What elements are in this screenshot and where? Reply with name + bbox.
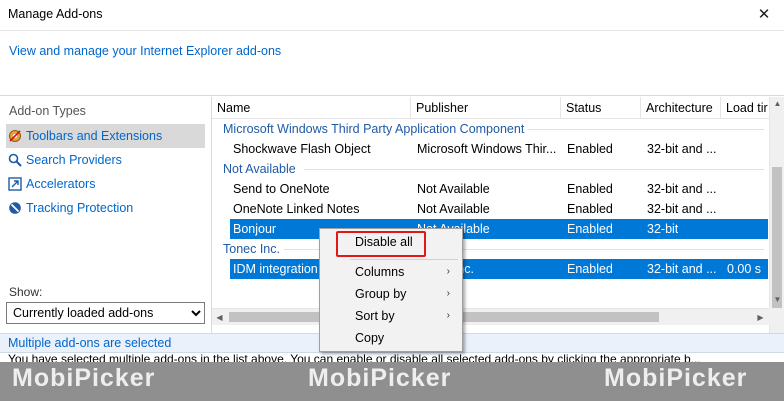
- watermark-logo: MobiPicker: [308, 364, 452, 392]
- scroll-left-icon[interactable]: ◀: [212, 309, 227, 326]
- cell-status: Enabled: [567, 202, 613, 216]
- menu-item-label: Sort by: [355, 309, 395, 323]
- submenu-arrow-icon: ›: [446, 310, 450, 321]
- table-row[interactable]: Send to OneNote Not Available Enabled 32…: [212, 179, 768, 199]
- watermark-logo: MobiPicker: [12, 364, 156, 392]
- sidebar-item-search-providers[interactable]: Search Providers: [6, 148, 205, 172]
- scroll-up-icon[interactable]: ▲: [770, 97, 784, 111]
- cell-architecture: 32-bit and ...: [647, 262, 717, 276]
- sort-ascending-icon: ^: [482, 97, 487, 103]
- cell-status: Enabled: [567, 222, 613, 236]
- menu-separator: [350, 259, 458, 260]
- header-panel: View and manage your Internet Explorer a…: [0, 30, 784, 96]
- sidebar-item-accelerators[interactable]: Accelerators: [6, 172, 205, 196]
- annotation-highlight-box: [336, 231, 426, 257]
- window-title: Manage Add-ons: [8, 7, 103, 21]
- cell-name: Shockwave Flash Object: [233, 142, 371, 156]
- table-row-selected[interactable]: Bonjour Not Available Enabled 32-bit: [230, 219, 768, 239]
- cell-architecture: 32-bit and ...: [647, 202, 717, 216]
- menu-item-copy[interactable]: Copy: [320, 327, 462, 349]
- cell-publisher: Not Available: [417, 182, 490, 196]
- table-row[interactable]: OneNote Linked Notes Not Available Enabl…: [212, 199, 768, 219]
- cell-load-time: 0.00 s: [727, 262, 762, 276]
- cell-status: Enabled: [567, 182, 613, 196]
- sidebar-item-tracking-protection[interactable]: Tracking Protection: [6, 196, 205, 220]
- show-filter-select[interactable]: Currently loaded add-ons: [6, 302, 205, 324]
- manage-addons-link[interactable]: View and manage your Internet Explorer a…: [9, 44, 281, 58]
- table-row-selected[interactable]: IDM integration Tonec Inc. Enabled 32-bi…: [230, 259, 768, 279]
- column-header-architecture[interactable]: Architecture: [641, 97, 721, 119]
- cell-name: IDM integration: [233, 262, 318, 276]
- cell-publisher: Microsoft Windows Thir...: [417, 142, 557, 156]
- cell-architecture: 32-bit and ...: [647, 142, 717, 156]
- cell-architecture: 32-bit: [647, 222, 679, 236]
- group-name: Not Available: [223, 162, 296, 176]
- addon-types-label: Add-on Types: [9, 104, 86, 118]
- group-header: Not Available: [212, 159, 768, 179]
- addon-types-panel: Add-on Types Toolbars and Extensions Sea…: [0, 97, 210, 333]
- group-header: Microsoft Windows Third Party Applicatio…: [212, 119, 768, 139]
- group-divider: [304, 169, 764, 170]
- title-bar: Manage Add-ons ✕: [0, 0, 784, 30]
- group-header: Tonec Inc.: [212, 239, 768, 259]
- tracking-protection-icon: [9, 202, 21, 214]
- horizontal-scrollbar[interactable]: ◀ ▶: [212, 308, 769, 325]
- watermark-logo: MobiPicker: [604, 364, 748, 392]
- scroll-down-icon[interactable]: ▼: [770, 293, 784, 307]
- column-header-status[interactable]: Status: [561, 97, 641, 119]
- column-header-name[interactable]: Name: [212, 97, 411, 119]
- sidebar-item-label: Search Providers: [26, 153, 122, 167]
- column-headers: Name Publisher Status Architecture Load …: [212, 97, 784, 119]
- cell-name: Send to OneNote: [233, 182, 330, 196]
- group-name: Tonec Inc.: [223, 242, 280, 256]
- details-title: Multiple add-ons are selected: [8, 336, 172, 350]
- submenu-arrow-icon: ›: [446, 266, 450, 277]
- cell-name: Bonjour: [233, 222, 277, 236]
- sidebar-item-label: Toolbars and Extensions: [26, 129, 163, 143]
- menu-item-columns[interactable]: Columns ›: [320, 261, 462, 283]
- menu-item-sort-by[interactable]: Sort by ›: [320, 305, 462, 327]
- cell-publisher: Not Available: [417, 202, 490, 216]
- sidebar-item-label: Tracking Protection: [26, 201, 134, 215]
- group-divider: [528, 129, 764, 130]
- cell-name: OneNote Linked Notes: [233, 202, 360, 216]
- sidebar-item-label: Accelerators: [26, 177, 96, 191]
- vertical-scrollbar[interactable]: ▲ ▼: [769, 97, 784, 333]
- sidebar-item-toolbars-extensions[interactable]: Toolbars and Extensions: [6, 124, 205, 148]
- table-row[interactable]: Shockwave Flash Object Microsoft Windows…: [212, 139, 768, 159]
- cell-status: Enabled: [567, 262, 613, 276]
- accelerators-icon: [8, 177, 22, 191]
- addon-types-list: Toolbars and Extensions Search Providers…: [6, 124, 205, 220]
- menu-item-label: Copy: [355, 331, 385, 345]
- close-icon[interactable]: ✕: [752, 3, 776, 27]
- menu-item-label: Group by: [355, 287, 407, 301]
- addon-rows: Microsoft Windows Third Party Applicatio…: [212, 119, 768, 279]
- show-label: Show:: [9, 285, 43, 299]
- scroll-right-icon[interactable]: ▶: [753, 309, 768, 326]
- cell-status: Enabled: [567, 142, 613, 156]
- vertical-scroll-thumb[interactable]: [772, 167, 782, 309]
- menu-item-group-by[interactable]: Group by ›: [320, 283, 462, 305]
- group-name: Microsoft Windows Third Party Applicatio…: [223, 122, 525, 136]
- cell-architecture: 32-bit and ...: [647, 182, 717, 196]
- scrollbar-corner: [769, 308, 784, 325]
- addons-list: Name Publisher Status Architecture Load …: [212, 97, 784, 333]
- search-providers-icon: [8, 153, 22, 167]
- submenu-arrow-icon: ›: [446, 288, 450, 299]
- toolbars-extensions-icon: [9, 130, 21, 142]
- menu-item-label: Columns: [355, 265, 405, 279]
